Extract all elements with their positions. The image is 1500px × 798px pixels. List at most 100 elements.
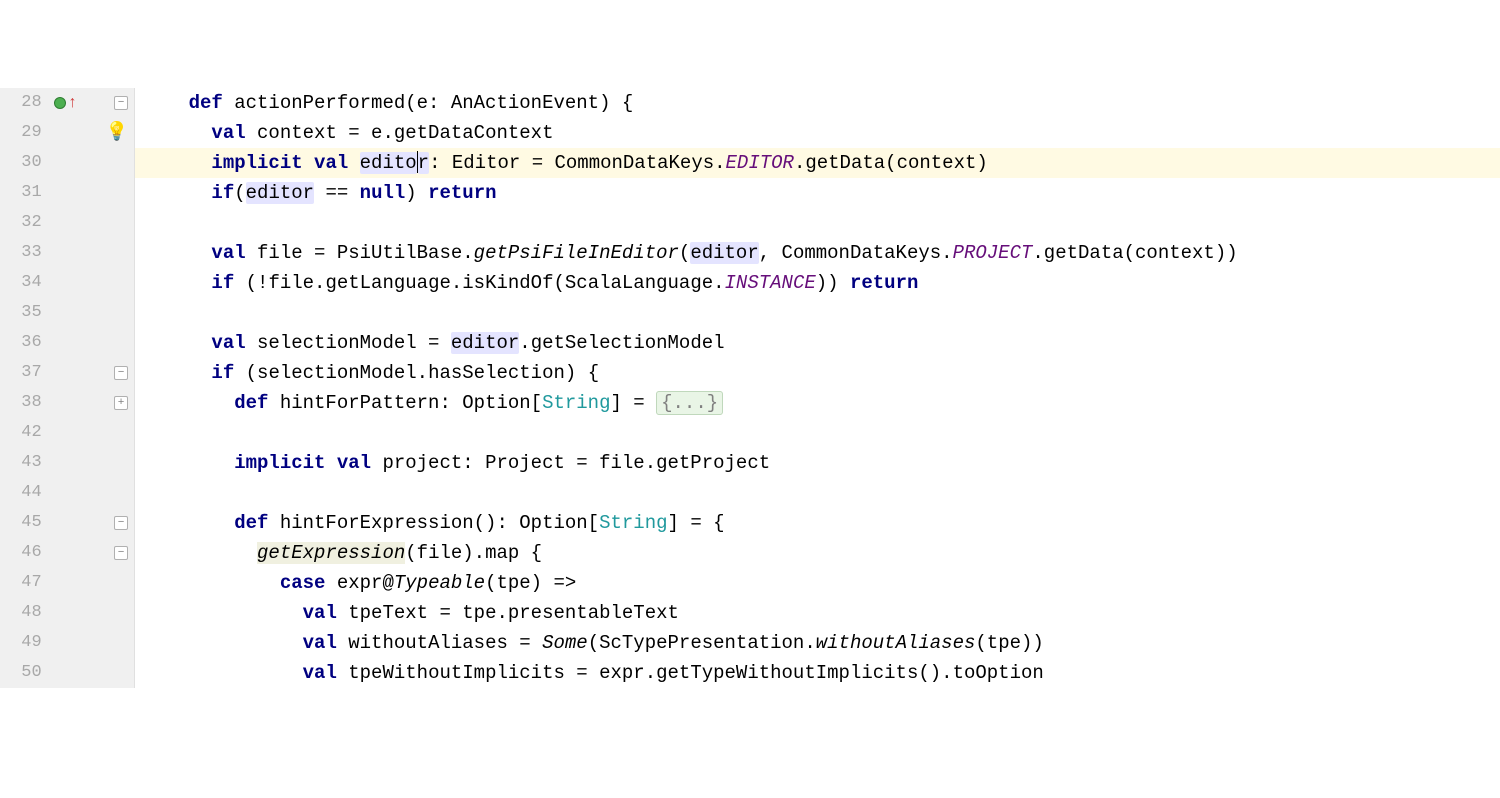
- code-line-33[interactable]: 33 val file = PsiUtilBase.getPsiFileInEd…: [0, 238, 1500, 268]
- overrides-up-icon[interactable]: ↑: [68, 88, 78, 118]
- code-line-36[interactable]: 36 val selectionModel = editor.getSelect…: [0, 328, 1500, 358]
- code-content[interactable]: val selectionModel = editor.getSelection…: [135, 328, 725, 358]
- token: hintForPattern: Option[: [280, 392, 542, 414]
- code-content[interactable]: implicit val editor: Editor = CommonData…: [135, 148, 988, 178]
- code-content[interactable]: val tpeText = tpe.presentableText: [135, 598, 679, 628]
- gutter: 30: [0, 148, 135, 178]
- code-line-38[interactable]: 38+ def hintForPattern: Option[String] =…: [0, 388, 1500, 418]
- code-line-46[interactable]: 46− getExpression(file).map {: [0, 538, 1500, 568]
- code-content[interactable]: if (selectionModel.hasSelection) {: [135, 358, 599, 388]
- line-number: 32: [0, 208, 50, 238]
- token: val: [211, 122, 257, 144]
- fold-collapse-icon[interactable]: −: [114, 546, 128, 560]
- code-line-45[interactable]: 45− def hintForExpression(): Option[Stri…: [0, 508, 1500, 538]
- gutter: 33: [0, 238, 135, 268]
- code-content[interactable]: implicit val project: Project = file.get…: [135, 448, 770, 478]
- code-content[interactable]: val context = e.getDataContext: [135, 118, 553, 148]
- code-line-48[interactable]: 48 val tpeText = tpe.presentableText: [0, 598, 1500, 628]
- fold-expand-icon[interactable]: +: [114, 396, 128, 410]
- gutter: 42: [0, 418, 135, 448]
- token: r: [418, 152, 429, 174]
- fold-collapse-icon[interactable]: −: [114, 366, 128, 380]
- gutter: 37 −: [0, 358, 135, 388]
- code-content[interactable]: def hintForExpression(): Option[String] …: [135, 508, 725, 538]
- code-line-50[interactable]: 50 val tpeWithoutImplicits = expr.getTyp…: [0, 658, 1500, 688]
- code-content[interactable]: if (!file.getLanguage.isKindOf(ScalaLang…: [135, 268, 918, 298]
- line-number: 30: [0, 148, 50, 178]
- token: if: [211, 182, 234, 204]
- code-content[interactable]: def actionPerformed(e: AnActionEvent) {: [135, 88, 633, 118]
- token: val: [303, 602, 349, 624]
- vcs-status-icon[interactable]: [54, 97, 66, 109]
- line-number: 44: [0, 478, 50, 508]
- code-line-32[interactable]: 32: [0, 208, 1500, 238]
- code-content[interactable]: def hintForPattern: Option[String] = {..…: [135, 388, 723, 418]
- token: val: [303, 632, 349, 654]
- code-editor[interactable]: 28↑− def actionPerformed(e: AnActionEven…: [0, 88, 1500, 688]
- line-number: 43: [0, 448, 50, 478]
- gutter-icons: [50, 448, 134, 478]
- folded-region[interactable]: {...}: [656, 391, 723, 415]
- gutter: 34: [0, 268, 135, 298]
- token: def: [234, 512, 280, 534]
- code-line-42[interactable]: 42: [0, 418, 1500, 448]
- fold-collapse-icon[interactable]: −: [114, 96, 128, 110]
- code-content[interactable]: val withoutAliases = Some(ScTypePresenta…: [135, 628, 1044, 658]
- token: file = PsiUtilBase.: [257, 242, 474, 264]
- code-content[interactable]: val tpeWithoutImplicits = expr.getTypeWi…: [135, 658, 1044, 688]
- code-content[interactable]: val file = PsiUtilBase.getPsiFileInEdito…: [135, 238, 1238, 268]
- code-line-30[interactable]: 30 implicit val editor: Editor = CommonD…: [0, 148, 1500, 178]
- token: val: [303, 662, 349, 684]
- code-line-29[interactable]: 29💡 val context = e.getDataContext: [0, 118, 1500, 148]
- token: (tpe)): [975, 632, 1043, 654]
- token: implicit val: [234, 452, 382, 474]
- token: if: [211, 272, 245, 294]
- token: PROJECT: [953, 242, 1033, 264]
- gutter: 28↑−: [0, 88, 135, 118]
- line-number: 50: [0, 658, 50, 688]
- fold-collapse-icon[interactable]: −: [114, 516, 128, 530]
- token: case: [280, 572, 337, 594]
- token: implicit val: [211, 152, 359, 174]
- token: ] = {: [668, 512, 725, 534]
- gutter: 45−: [0, 508, 135, 538]
- gutter: 47: [0, 568, 135, 598]
- code-line-49[interactable]: 49 val withoutAliases = Some(ScTypePrese…: [0, 628, 1500, 658]
- token: expr@: [337, 572, 394, 594]
- intention-bulb-icon[interactable]: 💡: [106, 118, 128, 148]
- gutter-icons: [50, 148, 134, 178]
- code-content[interactable]: case expr@Typeable(tpe) =>: [135, 568, 576, 598]
- line-number: 47: [0, 568, 50, 598]
- code-line-31[interactable]: 31 if(editor == null) return: [0, 178, 1500, 208]
- line-number: 37: [0, 358, 50, 388]
- token: getTypeWithoutImplicits: [656, 662, 918, 684]
- gutter-icons: −: [50, 538, 134, 568]
- gutter-icons: +: [50, 388, 134, 418]
- gutter-icons: [50, 238, 134, 268]
- code-line-44[interactable]: 44: [0, 478, 1500, 508]
- token: (file).map {: [405, 542, 542, 564]
- code-line-34[interactable]: 34 if (!file.getLanguage.isKindOf(ScalaL…: [0, 268, 1500, 298]
- gutter: 35: [0, 298, 135, 328]
- token: return: [850, 272, 918, 294]
- code-content[interactable]: getExpression(file).map {: [135, 538, 542, 568]
- gutter-icons: [50, 268, 134, 298]
- code-line-43[interactable]: 43 implicit val project: Project = file.…: [0, 448, 1500, 478]
- token: ): [405, 182, 428, 204]
- gutter-icons: 💡: [50, 118, 134, 148]
- gutter-icons: [50, 478, 134, 508]
- token: String: [599, 512, 667, 534]
- token: def: [234, 392, 280, 414]
- token: context = e.getDataContext: [257, 122, 553, 144]
- code-line-28[interactable]: 28↑− def actionPerformed(e: AnActionEven…: [0, 88, 1500, 118]
- code-line-37[interactable]: 37 − if (selectionModel.hasSelection) {: [0, 358, 1500, 388]
- code-line-47[interactable]: 47 case expr@Typeable(tpe) =>: [0, 568, 1500, 598]
- line-number: 49: [0, 628, 50, 658]
- code-line-35[interactable]: 35: [0, 298, 1500, 328]
- gutter-icons: [50, 178, 134, 208]
- token: )): [816, 272, 850, 294]
- gutter-icons: [50, 628, 134, 658]
- code-content[interactable]: if(editor == null) return: [135, 178, 497, 208]
- token: ().toOption: [918, 662, 1043, 684]
- token: null: [360, 182, 406, 204]
